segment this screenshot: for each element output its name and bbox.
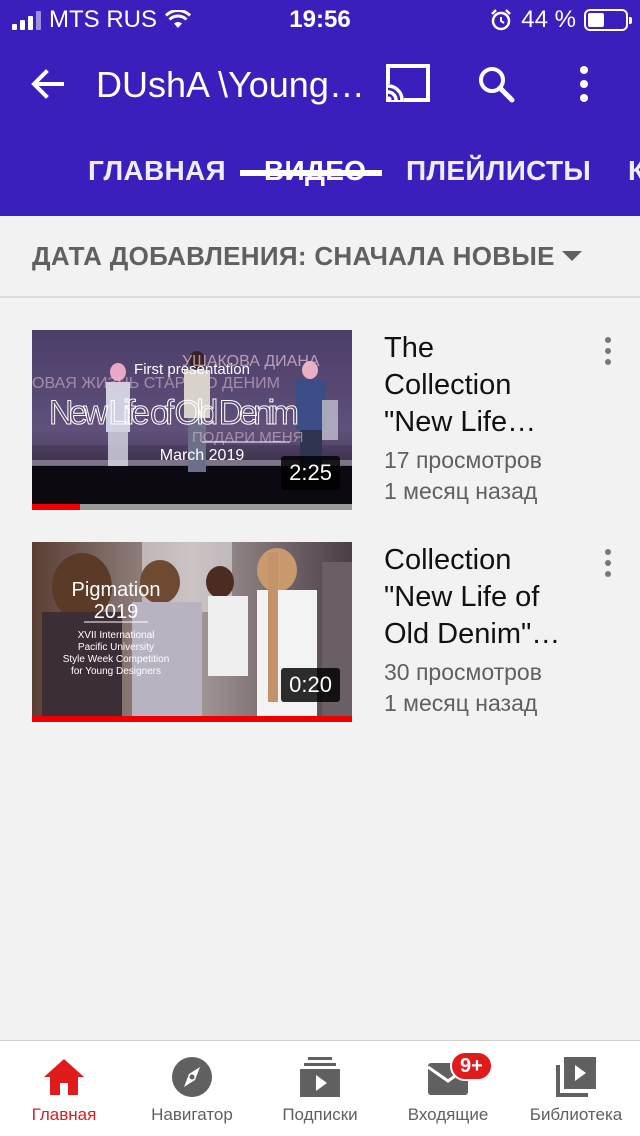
video-title-line: "New Life… xyxy=(384,406,537,438)
tab-more[interactable]: К xyxy=(628,150,640,216)
status-right: 44 % xyxy=(489,6,632,34)
video-thumbnail[interactable]: УШАКОВА ДИАНА ОВАЯ ЖИЗНЬ СТАРОГО ДЕНИМ П… xyxy=(32,330,352,510)
nav-label: Навигатор xyxy=(151,1105,233,1124)
watch-progress xyxy=(32,716,352,722)
channel-header: DUshA \Young… ГЛАВНАЯ ВИДЕО ПЛЕЙЛИСТЫ К xyxy=(0,40,640,216)
tab-videos[interactable]: ВИДЕО xyxy=(264,150,366,216)
nav-label: Входящие xyxy=(407,1105,489,1124)
video-thumbnail[interactable]: Pigmation 2019 XVII International Pacifi… xyxy=(32,542,352,722)
sort-label: ДАТА ДОБАВЛЕНИЯ: СНАЧАЛА НОВЫЕ xyxy=(32,241,555,271)
nav-home[interactable]: Главная xyxy=(0,1041,128,1136)
nav-label: Библиотека xyxy=(529,1105,623,1124)
thumb-overlay-line-1: Pigmation xyxy=(72,579,161,601)
video-title: Collection "New Life of Old Denim"… xyxy=(384,542,594,653)
back-arrow-icon[interactable] xyxy=(26,62,70,106)
nav-label: Подписки xyxy=(282,1105,358,1124)
tab-playlists[interactable]: ПЛЕЙЛИСТЫ xyxy=(406,150,591,216)
video-age: 1 месяц назад xyxy=(384,478,538,504)
tab-home[interactable]: ГЛАВНАЯ xyxy=(88,150,226,216)
more-vert-icon[interactable] xyxy=(566,62,602,106)
video-views: 30 просмотров xyxy=(384,659,542,685)
video-views: 17 просмотров xyxy=(384,447,542,473)
video-info[interactable]: Collection "New Life of Old Denim"… 30 п… xyxy=(384,542,594,719)
video-title: The Collection "New Life… xyxy=(384,330,594,441)
duration-badge: 0:20 xyxy=(281,668,340,702)
tab-indicator xyxy=(240,170,382,176)
channel-title: DUshA \Young… xyxy=(96,64,365,105)
video-item[interactable]: Pigmation 2019 XVII International Pacifi… xyxy=(0,542,640,742)
video-more-icon[interactable] xyxy=(596,336,620,366)
thumb-overlay-line-1: First presentation xyxy=(134,361,250,378)
battery-icon xyxy=(584,9,632,31)
video-more-icon[interactable] xyxy=(596,548,620,578)
channel-tabs: ГЛАВНАЯ ВИДЕО ПЛЕЙЛИСТЫ К xyxy=(0,150,640,216)
duration-badge: 2:25 xyxy=(281,456,340,490)
compass-icon xyxy=(172,1057,212,1097)
nav-subscriptions[interactable]: Подписки xyxy=(256,1041,384,1136)
home-icon xyxy=(44,1059,84,1095)
thumb-overlay-line-6: for Young Designers xyxy=(71,666,161,677)
search-icon[interactable] xyxy=(474,62,518,106)
nav-explore[interactable]: Навигатор xyxy=(128,1041,256,1136)
thumb-overlay-line-2: 2019 xyxy=(94,601,139,623)
battery-percent: 44 % xyxy=(521,6,576,33)
chevron-down-icon xyxy=(562,251,582,261)
video-title-line: "New Life of xyxy=(384,581,540,613)
watch-progress-fill xyxy=(32,716,352,722)
notification-badge: 9+ xyxy=(450,1051,493,1081)
watch-progress xyxy=(32,504,352,510)
thumb-overlay-line-4: Pacific University xyxy=(78,642,154,653)
cast-icon[interactable] xyxy=(384,62,432,106)
subscriptions-icon xyxy=(300,1057,340,1097)
thumb-overlay-line-3: XVII International xyxy=(78,630,155,641)
video-title-line: The xyxy=(384,332,434,364)
sort-dropdown[interactable]: ДАТА ДОБАВЛЕНИЯ: СНАЧАЛА НОВЫЕ xyxy=(0,216,640,298)
thumb-overlay-line-3: March 2019 xyxy=(160,447,245,464)
thumb-overlay-line-5: Style Week Competition xyxy=(63,654,170,665)
video-age: 1 месяц назад xyxy=(384,690,538,716)
thumb-overlay-line-2: New Life of Old Denim xyxy=(49,394,299,432)
nav-library[interactable]: Библиотека xyxy=(512,1041,640,1136)
bottom-navigation: Главная Навигатор Подписки 9+ Входящие Б… xyxy=(0,1040,640,1136)
video-title-line: Collection xyxy=(384,544,512,576)
video-title-line: Collection xyxy=(384,369,512,401)
video-info[interactable]: The Collection "New Life… 17 просмотров … xyxy=(384,330,594,507)
video-title-line: Old Denim"… xyxy=(384,618,561,650)
watch-progress-fill xyxy=(32,504,80,510)
video-item[interactable]: УШАКОВА ДИАНА ОВАЯ ЖИЗНЬ СТАРОГО ДЕНИМ П… xyxy=(0,330,640,530)
nav-inbox[interactable]: 9+ Входящие xyxy=(384,1041,512,1136)
status-bar: MTS RUS 19:56 44 % xyxy=(0,0,640,40)
nav-label: Главная xyxy=(31,1105,97,1124)
library-icon xyxy=(556,1057,596,1097)
alarm-icon xyxy=(491,9,512,31)
